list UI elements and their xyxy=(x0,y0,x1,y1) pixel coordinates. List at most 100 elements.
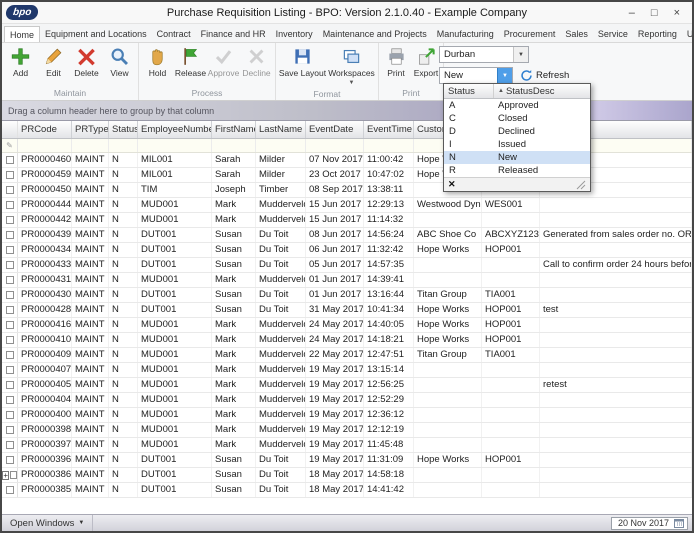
row-checkbox[interactable] xyxy=(6,156,14,164)
tab-maintenance-and-projects[interactable]: Maintenance and Projects xyxy=(318,26,432,42)
row-checkbox[interactable] xyxy=(6,186,14,194)
column-header-firstname[interactable]: FirstName xyxy=(212,121,256,138)
column-header-prtype[interactable]: PRType xyxy=(72,121,109,138)
filter-cell-eventtime[interactable] xyxy=(364,139,414,152)
filter-cell-employeenumber[interactable] xyxy=(138,139,212,152)
status-option-closed[interactable]: CClosed xyxy=(444,112,590,125)
status-option-released[interactable]: RReleased xyxy=(444,164,590,177)
add-button[interactable]: Add xyxy=(4,44,37,78)
open-windows-button[interactable]: Open Windows ▼ xyxy=(2,515,93,531)
row-checkbox[interactable] xyxy=(6,276,14,284)
resize-grip-icon[interactable] xyxy=(576,180,586,190)
tab-reporting[interactable]: Reporting xyxy=(633,26,682,42)
tab-procurement[interactable]: Procurement xyxy=(499,26,561,42)
release-button[interactable]: Release xyxy=(174,44,207,78)
popup-column-header-status[interactable]: Status xyxy=(444,84,494,98)
table-row[interactable]: PR0000407MAINTNMUD001MarkMudderveld19 Ma… xyxy=(2,363,692,378)
column-header-eventdate[interactable]: EventDate xyxy=(306,121,364,138)
filter-cell-eventdate[interactable] xyxy=(306,139,364,152)
close-icon[interactable]: × xyxy=(674,7,680,19)
tab-home[interactable]: Home xyxy=(4,26,40,42)
status-option-new[interactable]: NNew xyxy=(444,151,590,164)
status-option-declined[interactable]: DDeclined xyxy=(444,125,590,138)
workspaces-dropdown-icon[interactable]: ▼ xyxy=(349,78,355,88)
workspaces-button[interactable]: Workspaces ▼ xyxy=(327,44,376,88)
table-row[interactable]: PR0000439MAINTNDUT001SusanDu Toit08 Jun … xyxy=(2,228,692,243)
row-checkbox[interactable] xyxy=(6,441,14,449)
site-combo-dropdown-icon[interactable]: ▼ xyxy=(513,47,528,62)
row-checkbox[interactable] xyxy=(6,381,14,389)
table-row[interactable]: PR0000416MAINTNMUD001MarkMudderveld24 Ma… xyxy=(2,318,692,333)
table-row[interactable]: PR0000404MAINTNMUD001MarkMudderveld19 Ma… xyxy=(2,393,692,408)
tab-sales[interactable]: Sales xyxy=(560,26,593,42)
column-header-lastname[interactable]: LastName xyxy=(256,121,306,138)
tab-service[interactable]: Service xyxy=(593,26,633,42)
refresh-button[interactable]: Refresh xyxy=(520,69,569,82)
popup-column-header-statusdesc[interactable]: ▲ StatusDesc xyxy=(494,84,590,98)
row-checkbox[interactable] xyxy=(6,366,14,374)
row-checkbox[interactable] xyxy=(6,201,14,209)
table-row[interactable]: PR0000430MAINTNDUT001SusanDu Toit01 Jun … xyxy=(2,288,692,303)
row-checkbox[interactable] xyxy=(10,471,17,479)
table-row[interactable]: PR0000385MAINTNDUT001SusanDu Toit18 May … xyxy=(2,483,692,498)
row-checkbox[interactable] xyxy=(6,261,14,269)
filter-cell-prtype[interactable] xyxy=(72,139,109,152)
row-checkbox[interactable] xyxy=(6,306,14,314)
row-checkbox[interactable] xyxy=(6,336,14,344)
status-option-issued[interactable]: IIssued xyxy=(444,138,590,151)
status-combo[interactable]: New ▼ xyxy=(439,67,513,84)
row-checkbox[interactable] xyxy=(6,231,14,239)
table-row[interactable]: PR0000442MAINTNMUD001MarkMudderveld15 Ju… xyxy=(2,213,692,228)
row-checkbox[interactable] xyxy=(6,456,14,464)
column-header-employeenumber[interactable]: EmployeeNumber xyxy=(138,121,212,138)
export-button[interactable]: Export xyxy=(411,44,441,78)
save-layout-button[interactable]: Save Layout xyxy=(278,44,327,78)
expand-icon[interactable]: + xyxy=(2,471,9,480)
view-button[interactable]: View xyxy=(103,44,136,78)
row-checkbox[interactable] xyxy=(6,486,14,494)
clear-filter-icon[interactable]: ✕ xyxy=(448,179,456,190)
delete-button[interactable]: Delete xyxy=(70,44,103,78)
table-row[interactable]: +PR0000386MAINTNDUT001SusanDu Toit18 May… xyxy=(2,468,692,483)
tab-equipment-and-locations[interactable]: Equipment and Locations xyxy=(40,26,152,42)
print-button[interactable]: Print xyxy=(381,44,411,78)
table-row[interactable]: PR0000434MAINTNDUT001SusanDu Toit06 Jun … xyxy=(2,243,692,258)
site-combo[interactable]: Durban ▼ xyxy=(439,46,529,63)
row-checkbox[interactable] xyxy=(6,321,14,329)
column-header-status[interactable]: Status xyxy=(109,121,138,138)
tab-finance-and-hr[interactable]: Finance and HR xyxy=(196,26,271,42)
column-header-eventtime[interactable]: EventTime xyxy=(364,121,414,138)
tab-manufacturing[interactable]: Manufacturing xyxy=(432,26,499,42)
table-row[interactable]: PR0000400MAINTNMUD001MarkMudderveld19 Ma… xyxy=(2,408,692,423)
row-checkbox[interactable] xyxy=(6,246,14,254)
tab-inventory[interactable]: Inventory xyxy=(271,26,318,42)
maximize-icon[interactable]: □ xyxy=(651,7,658,19)
minimize-icon[interactable]: – xyxy=(629,7,635,19)
filter-cell-firstname[interactable] xyxy=(212,139,256,152)
row-checkbox[interactable] xyxy=(6,426,14,434)
table-row[interactable]: PR0000428MAINTNDUT001SusanDu Toit31 May … xyxy=(2,303,692,318)
row-checkbox[interactable] xyxy=(6,291,14,299)
tab-contract[interactable]: Contract xyxy=(152,26,196,42)
row-checkbox[interactable] xyxy=(6,411,14,419)
table-row[interactable]: PR0000410MAINTNMUD001MarkMudderveld24 Ma… xyxy=(2,333,692,348)
table-row[interactable]: PR0000397MAINTNMUD001MarkMudderveld19 Ma… xyxy=(2,438,692,453)
status-combo-dropdown-icon[interactable]: ▼ xyxy=(497,68,512,83)
row-checkbox[interactable] xyxy=(6,171,14,179)
column-header-prcode[interactable]: PRCode xyxy=(18,121,72,138)
filter-cell-prcode[interactable] xyxy=(18,139,72,152)
table-row[interactable]: PR0000396MAINTNDUT001SusanDu Toit19 May … xyxy=(2,453,692,468)
edit-button[interactable]: Edit xyxy=(37,44,70,78)
filter-cell-lastname[interactable] xyxy=(256,139,306,152)
row-checkbox[interactable] xyxy=(6,396,14,404)
table-row[interactable]: PR0000433MAINTNDUT001SusanDu Toit05 Jun … xyxy=(2,258,692,273)
table-row[interactable]: PR0000398MAINTNMUD001MarkMudderveld19 Ma… xyxy=(2,423,692,438)
tab-utilities[interactable]: Utilities xyxy=(682,26,692,42)
table-row[interactable]: PR0000409MAINTNMUD001MarkMudderveld22 Ma… xyxy=(2,348,692,363)
table-row[interactable]: PR0000431MAINTNMUD001MarkMudderveld01 Ju… xyxy=(2,273,692,288)
table-row[interactable]: PR0000444MAINTNMUD001MarkMudderveld15 Ju… xyxy=(2,198,692,213)
date-picker[interactable]: 20 Nov 2017 xyxy=(611,517,688,530)
filter-cell-status[interactable] xyxy=(109,139,138,152)
row-checkbox[interactable] xyxy=(6,216,14,224)
table-row[interactable]: PR0000405MAINTNMUD001MarkMudderveld19 Ma… xyxy=(2,378,692,393)
